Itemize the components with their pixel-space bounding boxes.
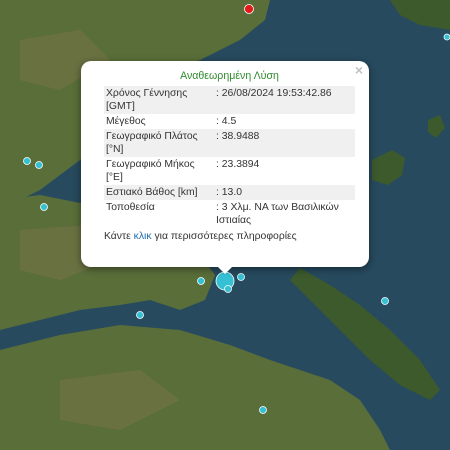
- details-value: : 38.9488: [214, 129, 355, 157]
- more-info-text: Κάντε κλικ για περισσότερες πληροφορίες: [104, 231, 355, 242]
- details-label: Χρόνος Γέννησης [GMT]: [104, 86, 214, 114]
- details-row: Τοποθεσία : 3 Χλμ. ΝΑ των Βασιλικών Ιστια…: [104, 200, 355, 228]
- earthquake-marker[interactable]: [23, 157, 31, 165]
- details-table: Χρόνος Γέννησης [GMT]: 26/08/2024 19:53:…: [104, 86, 355, 228]
- details-label: Μέγεθος: [106, 116, 146, 127]
- details-row: Χρόνος Γέννησης [GMT]: 26/08/2024 19:53:…: [104, 86, 355, 114]
- earthquake-marker[interactable]: [443, 33, 450, 41]
- details-value: : 4.5: [216, 116, 237, 127]
- close-icon[interactable]: ×: [355, 62, 363, 78]
- earthquake-marker[interactable]: [381, 297, 389, 305]
- details-value: : 23.3894: [216, 159, 260, 170]
- details-label: Εστιακό Βάθος [km]: [104, 185, 214, 200]
- earthquake-info-popup: × Αναθεωρημένη Λύση Χρόνος Γέννησης [GMT…: [81, 61, 369, 267]
- details-row: Εστιακό Βάθος [km]: 13.0: [104, 185, 355, 200]
- earthquake-marker[interactable]: [197, 277, 205, 285]
- details-row: Γεωγραφικό Πλάτος [°N]: 38.9488: [104, 129, 355, 157]
- more-info-suffix: για περισσότερες πληροφορίες: [154, 231, 297, 242]
- earthquake-marker[interactable]: [40, 203, 48, 211]
- popup-pointer: [217, 266, 233, 274]
- details-label: Γεωγραφικό Πλάτος [°N]: [104, 129, 214, 157]
- details-value: : 13.0: [214, 185, 355, 200]
- popup-title: Αναθεωρημένη Λύση: [180, 70, 279, 82]
- details-row: Γεωγραφικό Μήκος [°E] : 23.3894: [104, 157, 355, 185]
- earthquake-marker[interactable]: [35, 161, 43, 169]
- earthquake-marker[interactable]: [224, 285, 232, 293]
- details-value: : 3 Χλμ. ΝΑ των Βασιλικών Ιστιαίας: [216, 202, 339, 226]
- details-label: Γεωγραφικό Μήκος [°E]: [106, 159, 195, 183]
- earthquake-marker[interactable]: [136, 311, 144, 319]
- more-info-link[interactable]: κλικ: [134, 231, 152, 242]
- details-value: : 26/08/2024 19:53:42.86: [214, 86, 355, 114]
- earthquake-marker-highlight[interactable]: [244, 4, 254, 14]
- earthquake-marker[interactable]: [259, 406, 267, 414]
- more-info-prefix: Κάντε: [104, 231, 131, 242]
- details-row: Μέγεθος : 4.5: [104, 114, 355, 129]
- details-label: Τοποθεσία: [106, 202, 155, 213]
- earthquake-marker[interactable]: [237, 273, 245, 281]
